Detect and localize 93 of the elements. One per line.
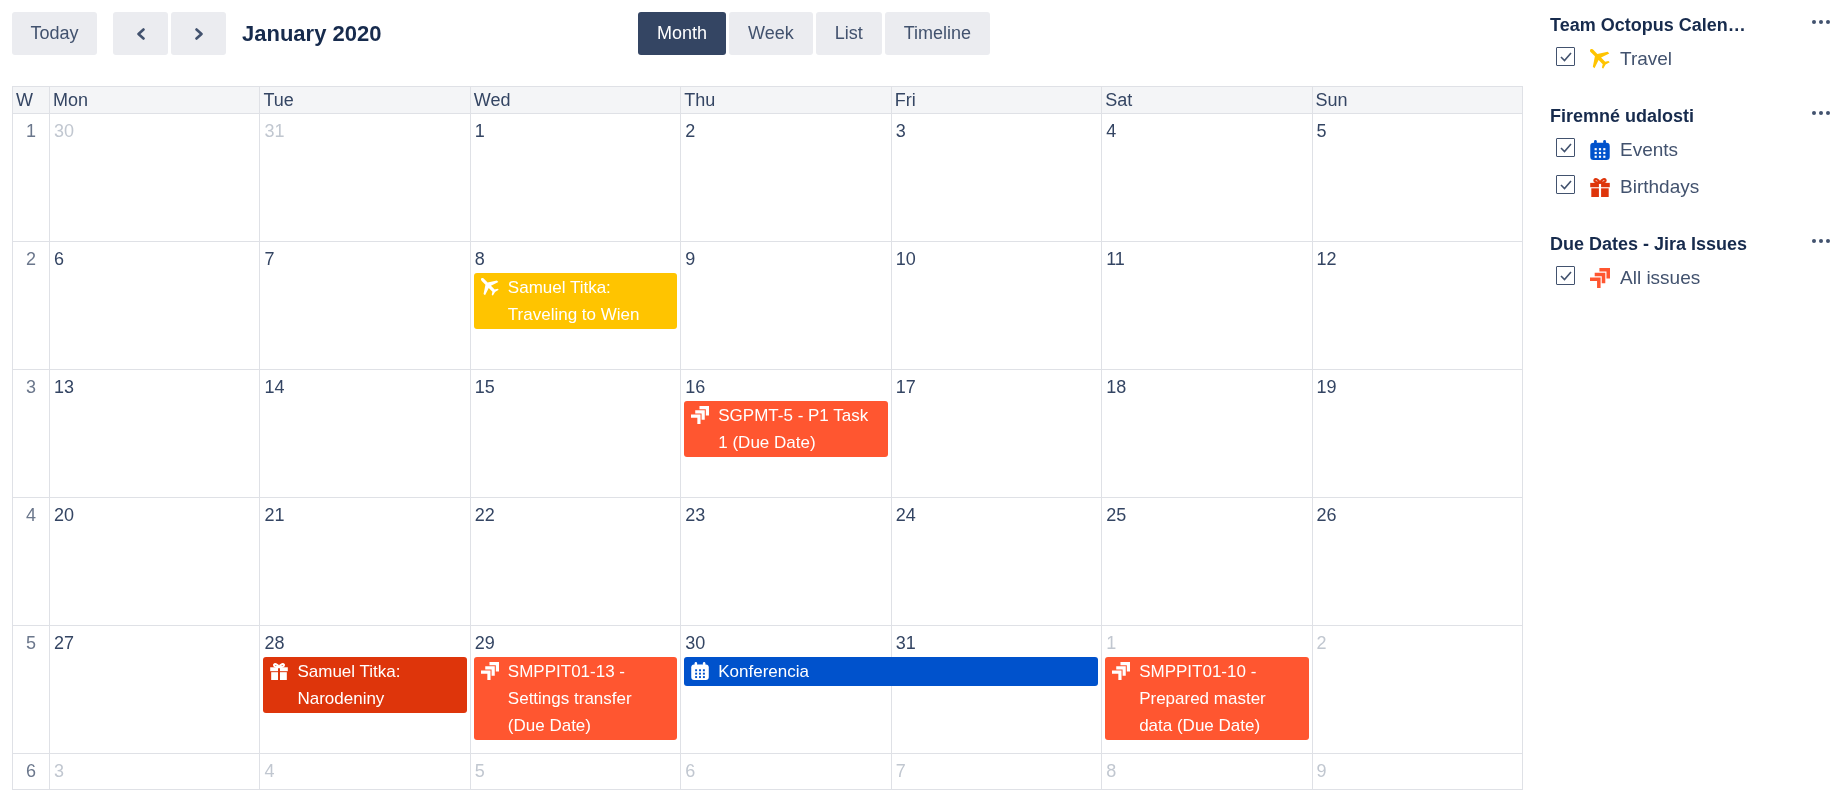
weekday-header: Tue <box>260 86 471 114</box>
calendar-label: Events <box>1620 138 1679 161</box>
week-number: 3 <box>12 370 50 498</box>
day-number: 19 <box>1316 376 1337 399</box>
day-number: 25 <box>1106 504 1127 527</box>
calendar-group-title: Due Dates - Jira Issues <box>1550 233 1748 255</box>
checkbox[interactable] <box>1556 138 1575 157</box>
day-number: 6 <box>54 248 64 271</box>
calendar-event[interactable]: Konferencia <box>684 657 1099 686</box>
day-number: 10 <box>895 248 916 271</box>
day-number: 5 <box>1316 120 1327 143</box>
weekday-header: Sat <box>1102 86 1313 114</box>
day-number: 31 <box>895 632 916 655</box>
day-number: 6 <box>685 760 696 783</box>
check-icon <box>1559 179 1572 190</box>
view-tab[interactable]: List <box>815 12 882 55</box>
plane-icon <box>480 278 499 296</box>
check-icon <box>1559 142 1572 153</box>
more-icon <box>1812 20 1830 24</box>
view-tab[interactable]: Month <box>638 12 727 55</box>
weekday-header: Sun <box>1312 86 1523 114</box>
day-number: 16 <box>685 376 706 399</box>
calendar-event[interactable]: Samuel Titka: Narodeniny <box>263 657 467 713</box>
gift-icon <box>270 662 289 680</box>
day-number: 30 <box>685 632 706 655</box>
chevron-right-icon <box>194 27 203 40</box>
day-number: 29 <box>474 632 495 655</box>
day-number: 4 <box>264 760 275 783</box>
day-number: 28 <box>264 632 285 655</box>
view-tab[interactable]: Timeline <box>884 12 991 55</box>
day-number: 1 <box>1106 632 1117 655</box>
week-number: 2 <box>12 242 50 370</box>
week-number: 1 <box>12 114 50 242</box>
view-tab[interactable]: Week <box>729 12 813 55</box>
calendar-group-title: Team Octopus Calen… <box>1550 14 1746 36</box>
more-button[interactable] <box>1812 111 1830 115</box>
month-title: January 2020 <box>242 20 382 47</box>
day-number: 4 <box>1106 120 1117 143</box>
more-icon <box>1812 239 1830 243</box>
day-number: 21 <box>264 504 285 527</box>
calendar-label: All issues <box>1620 266 1701 289</box>
day-number: 31 <box>264 120 285 143</box>
day-number: 26 <box>1316 504 1337 527</box>
day-number: 8 <box>1106 760 1117 783</box>
today-button[interactable]: Today <box>12 12 97 55</box>
weekday-header: Thu <box>681 86 892 114</box>
day-number: 27 <box>54 632 75 655</box>
day-number: 5 <box>474 760 485 783</box>
chevron-stack-icon <box>480 662 499 680</box>
week-number: 6 <box>12 754 50 790</box>
weekday-header: Mon <box>50 86 261 114</box>
day-number: 8 <box>474 248 485 271</box>
weekday-header: Fri <box>891 86 1103 114</box>
day-number: 2 <box>1316 632 1327 655</box>
check-icon <box>1559 51 1572 62</box>
more-icon <box>1812 111 1830 115</box>
day-number: 3 <box>895 120 906 143</box>
calendar-icon <box>691 662 710 680</box>
day-number: 7 <box>264 248 275 271</box>
week-number: 4 <box>12 498 50 626</box>
week-column-header: W <box>12 86 50 114</box>
week-number: 5 <box>12 626 50 754</box>
day-number: 9 <box>685 248 696 271</box>
checkbox[interactable] <box>1556 175 1575 194</box>
day-number: 17 <box>895 376 916 399</box>
more-button[interactable] <box>1812 20 1830 24</box>
chevron-stack-icon <box>1112 662 1131 680</box>
day-number: 20 <box>54 504 75 527</box>
calendar-label: Birthdays <box>1620 175 1700 198</box>
day-number: 9 <box>1316 760 1327 783</box>
day-number: 7 <box>895 760 906 783</box>
day-number: 24 <box>895 504 916 527</box>
checkbox[interactable] <box>1556 47 1575 66</box>
calendar-group-title: Firemné udalosti <box>1550 105 1695 127</box>
day-number: 14 <box>264 376 285 399</box>
day-number: 22 <box>474 504 495 527</box>
check-icon <box>1559 270 1572 281</box>
weekday-header: Wed <box>470 86 682 114</box>
calendar-label: Travel <box>1620 47 1673 70</box>
day-number: 18 <box>1106 376 1127 399</box>
day-number: 15 <box>474 376 495 399</box>
chevron-stack-icon <box>691 406 710 424</box>
day-number: 1 <box>474 120 485 143</box>
day-number: 3 <box>54 760 64 783</box>
checkbox[interactable] <box>1556 266 1575 285</box>
day-number: 13 <box>54 376 75 399</box>
more-button[interactable] <box>1812 239 1830 243</box>
day-number: 11 <box>1106 248 1125 271</box>
day-number: 2 <box>685 120 696 143</box>
chevron-left-icon <box>136 27 145 40</box>
day-number: 30 <box>54 120 75 143</box>
day-number: 23 <box>685 504 706 527</box>
day-number: 12 <box>1316 248 1337 271</box>
